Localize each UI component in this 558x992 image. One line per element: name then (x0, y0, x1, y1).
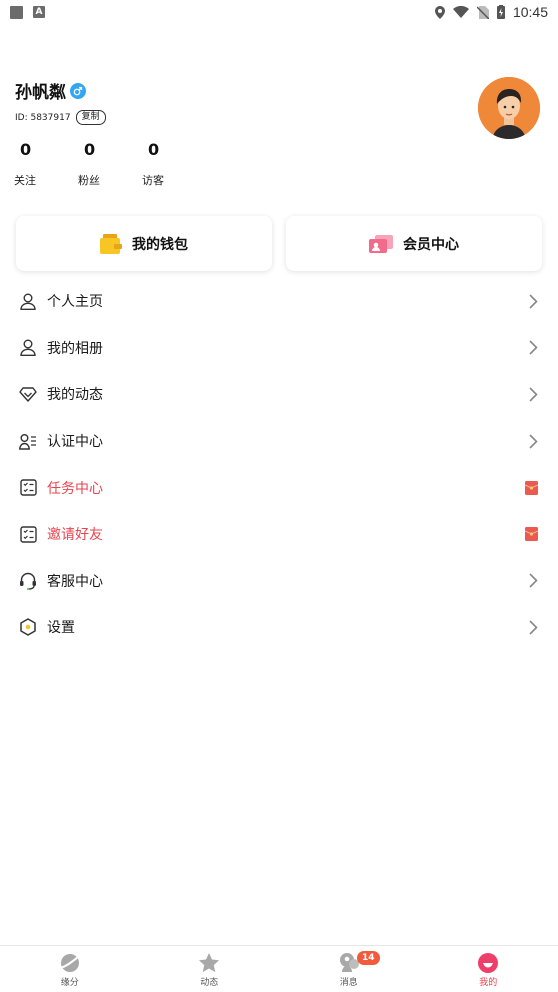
nav-tab-moments[interactable]: 动态 (140, 946, 280, 992)
menu-item-profile[interactable]: 个人主页 (0, 278, 558, 325)
planet-icon (59, 954, 81, 972)
stat-label: 粉丝 (78, 174, 100, 187)
vip-icon (369, 234, 393, 253)
nav-label: 缘分 (60, 978, 79, 988)
status-bar: A 10:45 (0, 0, 558, 24)
menu-item-label: 邀请好友 (47, 527, 103, 544)
menu-item-label: 认证中心 (47, 434, 103, 451)
stat-label: 访客 (142, 174, 164, 187)
bottom-nav: 缘分 动态 14 消息 我的 (0, 945, 558, 992)
headset-icon (18, 571, 38, 591)
menu-list: 个人主页 我的相册 我的动态 认证中心 任务中心 邀请好友 客服中心 设置 (0, 278, 558, 651)
checklist-icon (18, 524, 38, 544)
stat-following[interactable]: 0 关注 (14, 140, 78, 188)
wallet-card[interactable]: 我的钱包 (16, 216, 272, 271)
menu-item-label: 客服中心 (47, 573, 103, 590)
copy-id-button[interactable]: 复制 (75, 110, 106, 125)
chevron-right-icon (529, 340, 538, 355)
vip-card[interactable]: 会员中心 (286, 216, 542, 271)
nav-label: 动态 (200, 978, 219, 988)
menu-item-moments[interactable]: 我的动态 (0, 371, 558, 418)
profile-active-icon (478, 953, 499, 973)
nav-tab-messages[interactable]: 14 消息 (279, 946, 419, 992)
menu-item-tasks[interactable]: 任务中心 (0, 464, 558, 511)
a-icon: A (33, 6, 45, 18)
username-row: 孙帆粼 (15, 78, 86, 103)
red-packet-icon (525, 527, 538, 542)
menu-item-album[interactable]: 我的相册 (0, 325, 558, 372)
menu-item-label: 设置 (47, 620, 75, 637)
red-packet-icon (525, 480, 538, 495)
battery-charging-icon (496, 5, 505, 19)
user-icon (18, 291, 38, 311)
stat-value: 0 (20, 140, 32, 159)
user-icon (18, 338, 38, 358)
chevron-right-icon (529, 294, 538, 309)
menu-item-label: 任务中心 (47, 480, 103, 497)
location-icon (434, 5, 445, 19)
menu-item-label: 我的动态 (47, 387, 103, 404)
stat-visitors[interactable]: 0 访客 (142, 140, 206, 188)
nav-label: 消息 (339, 978, 358, 988)
chevron-right-icon (529, 387, 538, 402)
chevron-right-icon (529, 573, 538, 588)
stat-value: 0 (148, 140, 160, 159)
user-list-icon (18, 431, 38, 451)
stat-label: 关注 (14, 174, 36, 187)
clock: 10:45 (512, 4, 548, 20)
user-id: ID: 5837917 (15, 112, 71, 123)
user-id-row: ID: 5837917 复制 (15, 110, 106, 125)
wallet-label: 我的钱包 (132, 236, 188, 253)
star-icon (199, 953, 220, 973)
unread-badge: 14 (357, 951, 380, 965)
chevron-right-icon (529, 620, 538, 635)
hexagon-settings-icon (18, 617, 38, 637)
username: 孙帆粼 (15, 83, 66, 103)
nav-label: 我的 (479, 978, 498, 988)
stat-value: 0 (84, 140, 96, 159)
nav-tab-mine[interactable]: 我的 (419, 946, 558, 992)
menu-item-settings[interactable]: 设置 (0, 604, 558, 651)
menu-item-invite[interactable]: 邀请好友 (0, 511, 558, 558)
menu-item-support[interactable]: 客服中心 (0, 558, 558, 605)
nav-tab-fate[interactable]: 缘分 (0, 946, 140, 992)
wifi-icon (452, 6, 469, 18)
wallet-icon (100, 233, 122, 254)
menu-item-verification[interactable]: 认证中心 (0, 418, 558, 465)
stats-row: 0 关注 0 粉丝 0 访客 (14, 140, 206, 188)
menu-item-label: 我的相册 (47, 340, 103, 357)
square-icon (10, 5, 23, 19)
menu-item-label: 个人主页 (47, 294, 103, 311)
chevron-right-icon (529, 434, 538, 449)
avatar[interactable] (478, 77, 540, 139)
checklist-icon (18, 478, 38, 498)
no-sim-icon (476, 5, 489, 19)
stat-fans[interactable]: 0 粉丝 (78, 140, 142, 188)
vip-label: 会员中心 (403, 236, 459, 253)
male-icon (70, 82, 86, 99)
diamond-icon (18, 384, 38, 404)
